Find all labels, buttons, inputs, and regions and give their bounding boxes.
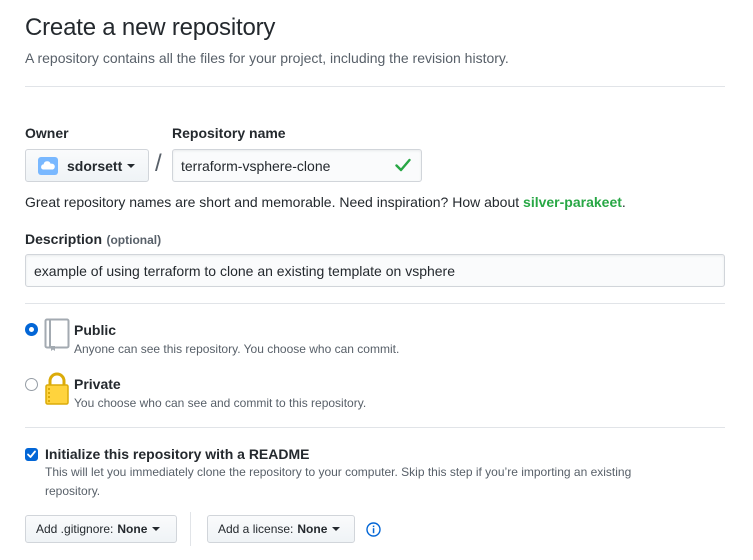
page-title: Create a new repository	[25, 14, 276, 41]
name-hint-text: Great repository names are short and mem…	[25, 194, 524, 210]
description-value: example of using terraform to clone an e…	[34, 262, 456, 279]
vertical-divider	[190, 512, 191, 546]
repo-name-input[interactable]: terraform-vsphere-clone	[172, 149, 422, 182]
name-suggestion-link[interactable]: silver-parakeet	[523, 194, 622, 210]
readme-label: Initialize this repository with a README	[45, 446, 310, 462]
divider-mid	[25, 303, 725, 304]
repo-name-label: Repository name	[172, 125, 286, 141]
owner-dropdown[interactable]: sdorsett	[25, 149, 149, 182]
check-icon	[395, 158, 411, 175]
divider-lower	[25, 427, 725, 428]
license-value: None	[297, 522, 328, 536]
public-label: Public	[74, 322, 117, 338]
private-label: Private	[74, 376, 121, 392]
license-dropdown[interactable]: Add a license: None	[207, 515, 355, 543]
readme-checkbox[interactable]	[25, 448, 38, 461]
page-subtitle: A repository contains all the files for …	[25, 50, 509, 66]
description-label: Description	[25, 231, 103, 247]
path-separator: /	[155, 150, 162, 177]
license-prefix: Add a license:	[218, 522, 294, 536]
owner-avatar	[38, 156, 58, 175]
gitignore-value: None	[117, 522, 148, 536]
name-hint: Great repository names are short and mem…	[25, 194, 626, 210]
book-icon	[44, 318, 70, 357]
readme-desc-line1: This will let you immediately clone the …	[45, 465, 632, 479]
info-icon[interactable]	[366, 522, 381, 542]
description-input[interactable]: example of using terraform to clone an e…	[25, 254, 725, 287]
public-desc: Anyone can see this repository. You choo…	[74, 342, 400, 356]
chevron-down-icon	[152, 527, 161, 531]
description-label-row: Description (optional)	[25, 231, 161, 249]
gitignore-prefix: Add .gitignore:	[36, 522, 114, 536]
readme-desc-line2: repository.	[45, 484, 101, 498]
chevron-down-icon	[332, 527, 341, 531]
repo-name-value: terraform-vsphere-clone	[181, 157, 331, 174]
chevron-down-icon	[127, 163, 136, 168]
lock-icon	[44, 372, 70, 411]
gitignore-dropdown[interactable]: Add .gitignore: None	[25, 515, 177, 543]
divider-top	[25, 86, 725, 87]
public-radio[interactable]	[25, 323, 38, 336]
optional-tag: (optional)	[106, 233, 162, 247]
name-hint-end: .	[621, 194, 626, 210]
owner-name: sdorsett	[67, 157, 123, 174]
private-desc: You choose who can see and commit to thi…	[74, 396, 367, 410]
owner-label: Owner	[25, 125, 69, 141]
private-radio[interactable]	[25, 378, 38, 391]
